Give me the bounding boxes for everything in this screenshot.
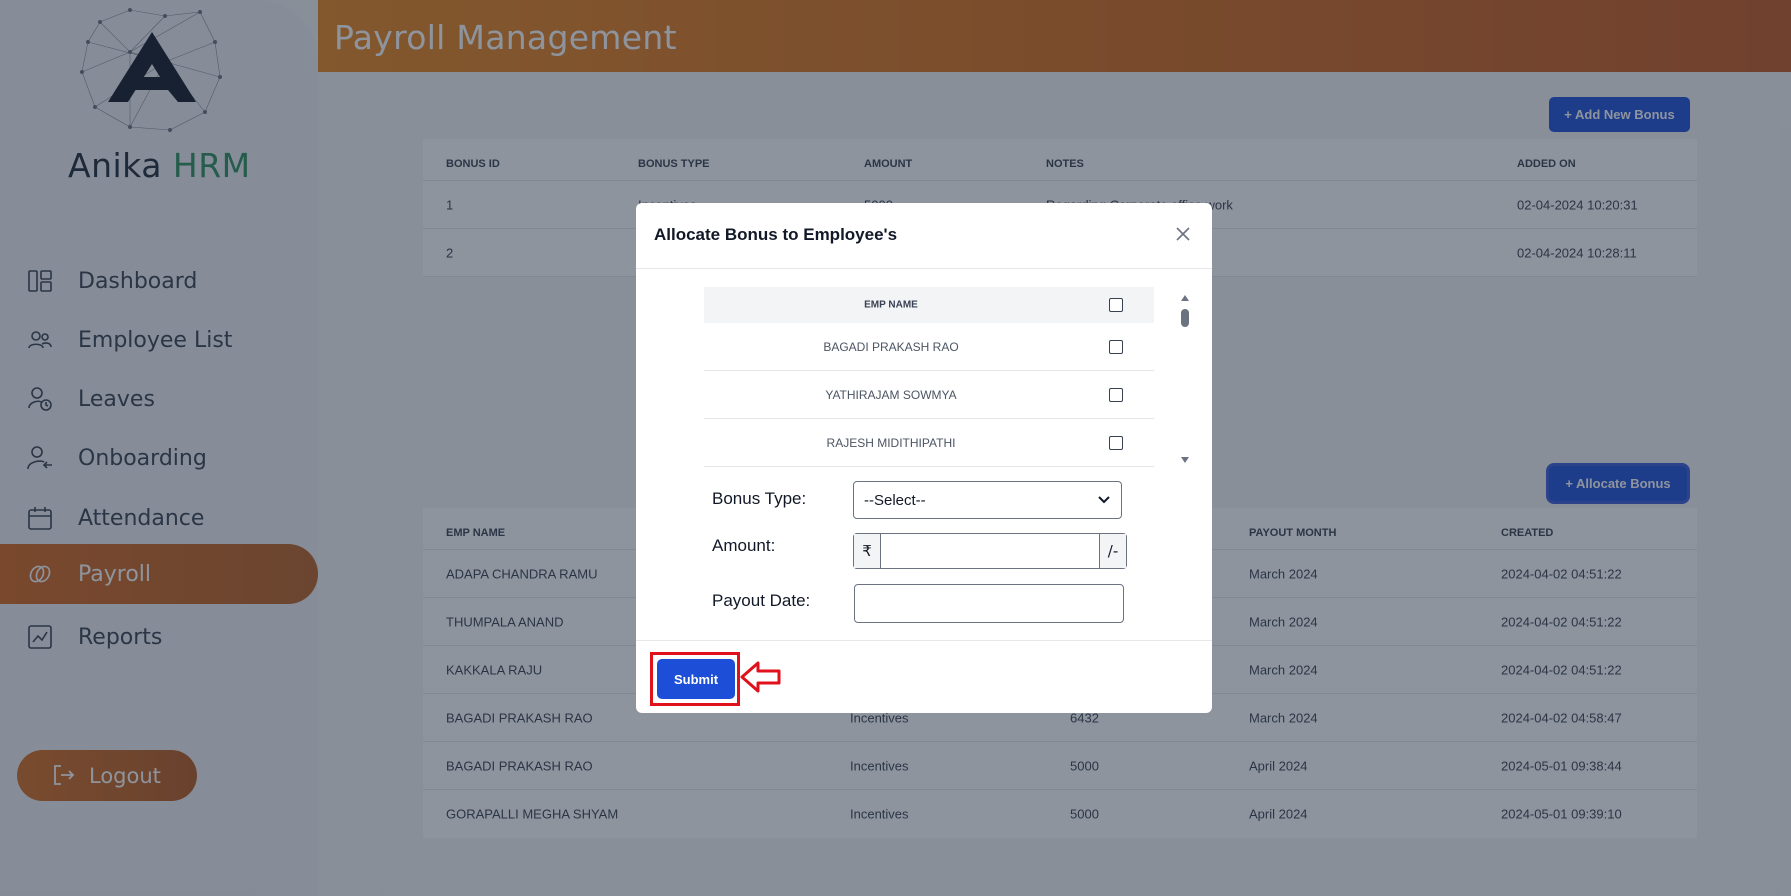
- employee-name: YATHIRAJAM SOWMYA: [825, 387, 957, 402]
- employee-table-header: EMP NAME: [704, 287, 1154, 323]
- bonus-type-select[interactable]: --Select--: [853, 481, 1122, 519]
- employee-checkbox[interactable]: [1109, 435, 1123, 450]
- bonus-type-label: Bonus Type:: [712, 489, 807, 508]
- currency-symbol: ₹: [854, 534, 881, 568]
- list-item: BAGADI PRAKASH RAO: [704, 323, 1154, 371]
- payout-date-label: Payout Date:: [712, 591, 811, 610]
- modal-header-divider: [636, 268, 1212, 269]
- employee-checkbox[interactable]: [1109, 339, 1123, 354]
- employee-checkbox[interactable]: [1109, 387, 1123, 402]
- column-header: EMP NAME: [864, 299, 918, 311]
- amount-label: Amount:: [712, 536, 776, 555]
- amount-input[interactable]: [881, 534, 1099, 568]
- amount-suffix: /-: [1099, 534, 1126, 568]
- employee-name: RAJESH MIDITHIPATHI: [826, 435, 956, 450]
- chevron-down-icon: [1097, 492, 1111, 510]
- close-icon[interactable]: [1176, 225, 1190, 246]
- employee-name: BAGADI PRAKASH RAO: [823, 339, 959, 354]
- bonus-type-selected: --Select--: [864, 491, 926, 509]
- amount-input-group: ₹ /-: [853, 533, 1127, 569]
- arrow-left-icon: [740, 661, 781, 693]
- submit-button[interactable]: Submit: [657, 659, 735, 699]
- employee-list-scrollbar[interactable]: [1180, 293, 1190, 463]
- allocate-bonus-modal: Allocate Bonus to Employee's EMP NAME BA…: [636, 203, 1212, 713]
- scroll-down-icon[interactable]: [1181, 457, 1189, 463]
- employee-select-table: EMP NAME BAGADI PRAKASH RAO YATHIRAJAM S…: [704, 287, 1154, 469]
- list-item: YATHIRAJAM SOWMYA: [704, 371, 1154, 419]
- modal-footer-divider: [636, 640, 1212, 641]
- scroll-thumb[interactable]: [1181, 309, 1189, 327]
- modal-title: Allocate Bonus to Employee's: [654, 225, 898, 244]
- select-all-checkbox[interactable]: [1109, 298, 1123, 312]
- submit-highlight-box: Submit: [650, 652, 740, 706]
- list-item: RAJESH MIDITHIPATHI: [704, 419, 1154, 467]
- scroll-up-icon[interactable]: [1181, 295, 1189, 301]
- payout-date-input[interactable]: [854, 584, 1124, 623]
